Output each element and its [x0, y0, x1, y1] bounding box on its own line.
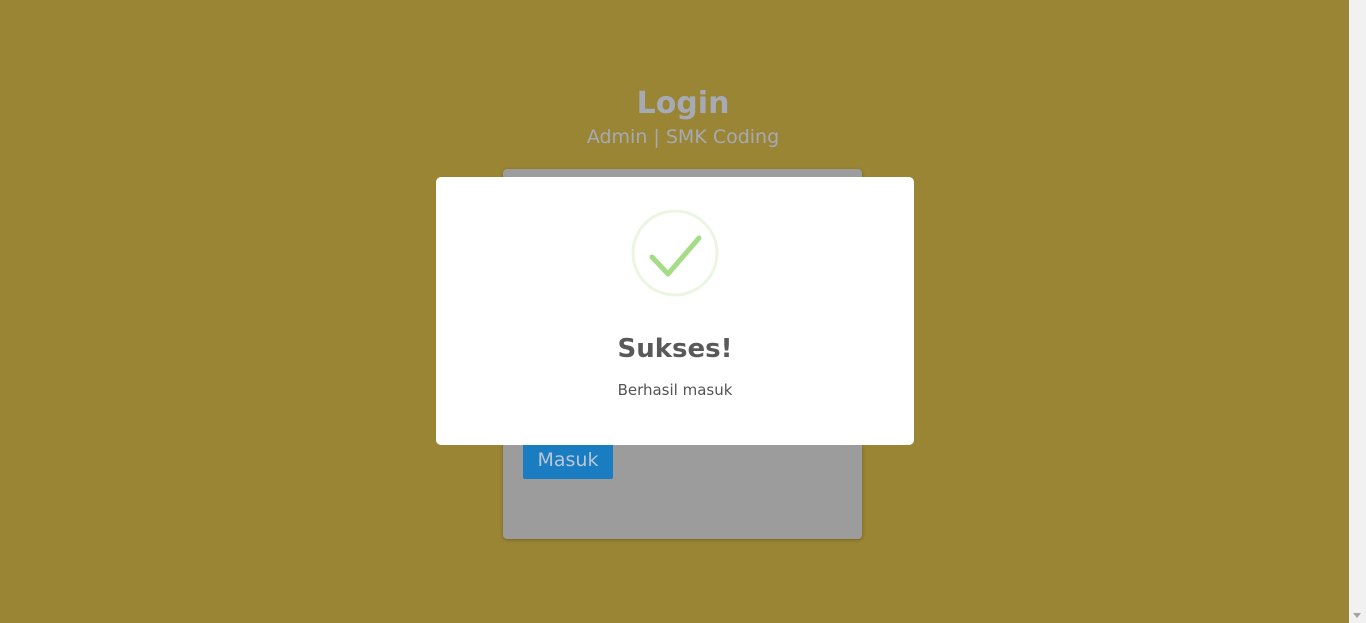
page-title: Login: [636, 86, 730, 121]
check-circle-icon: [631, 209, 719, 297]
masuk-button[interactable]: Masuk: [523, 441, 613, 479]
success-dialog: Sukses! Berhasil masuk: [436, 177, 914, 445]
vertical-scrollbar[interactable]: [1349, 0, 1366, 623]
dialog-title: Sukses!: [617, 334, 733, 364]
page-subtitle: Admin | SMK Coding: [586, 126, 780, 148]
login-header: Login Admin | SMK Coding: [0, 84, 1366, 150]
scroll-down-arrow-icon[interactable]: [1353, 613, 1361, 618]
dialog-message: Berhasil masuk: [617, 381, 733, 399]
